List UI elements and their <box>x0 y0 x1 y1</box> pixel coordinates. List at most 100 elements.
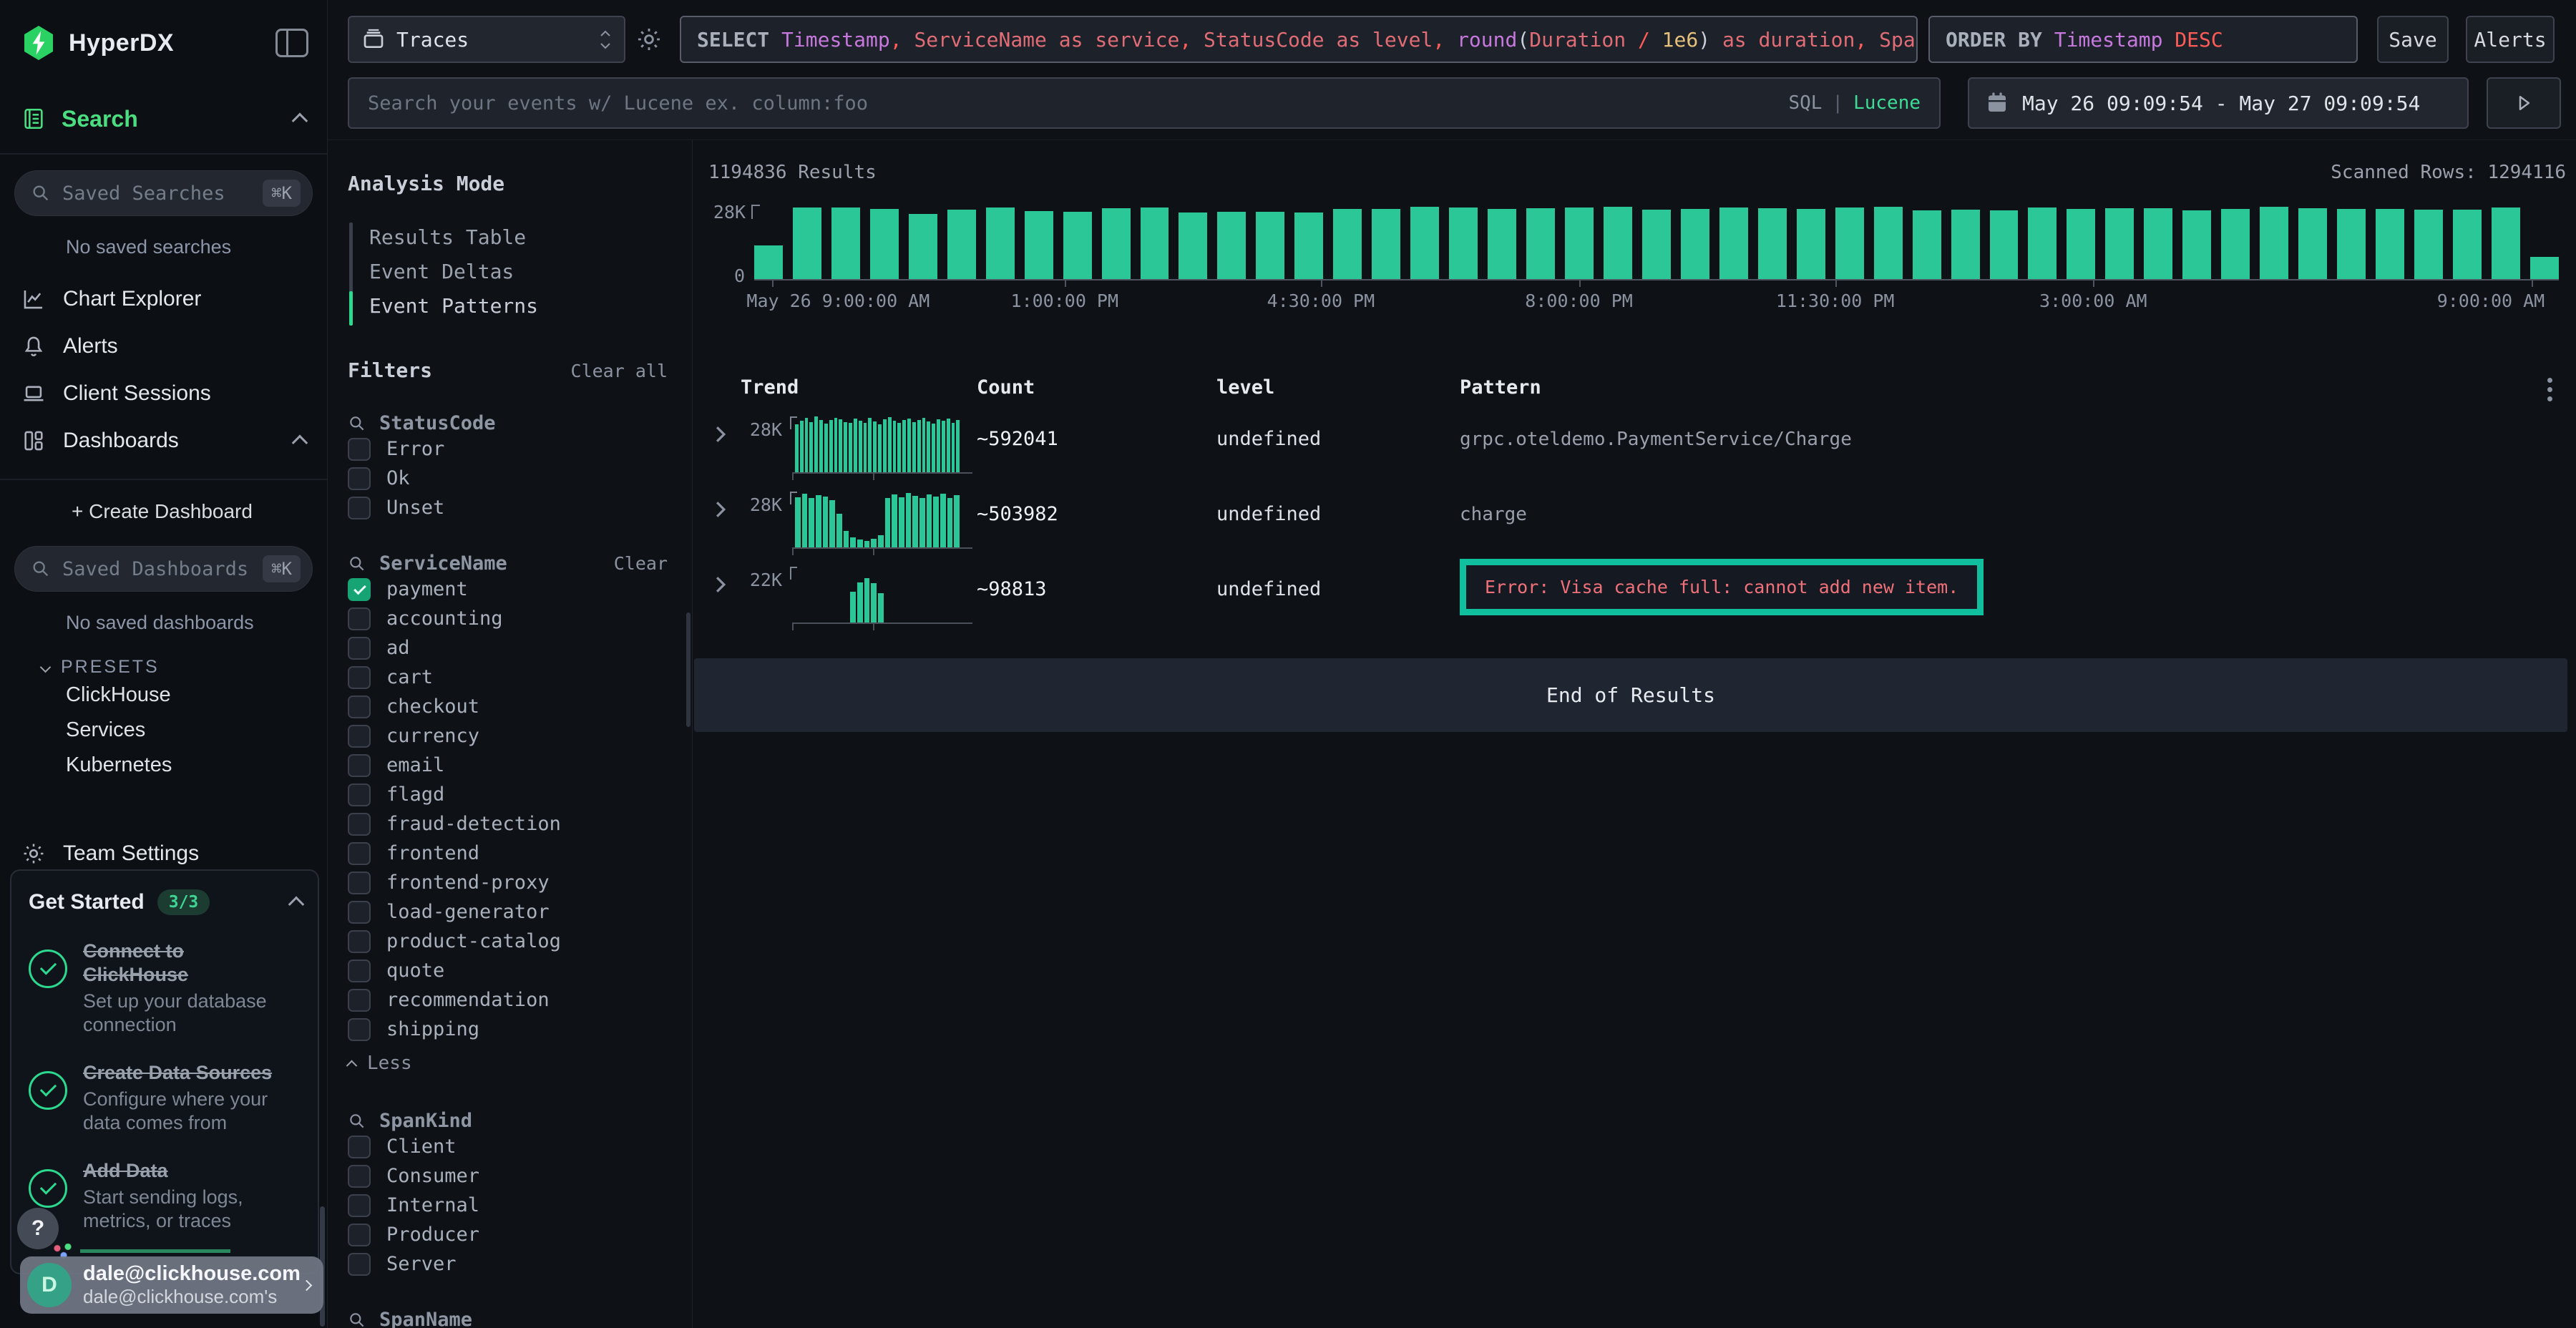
checkbox[interactable] <box>348 438 371 461</box>
checkbox[interactable] <box>348 1018 371 1041</box>
highlighted-error-pattern[interactable]: Error: Visa cache full: cannot add new i… <box>1460 559 1984 615</box>
lucene-search-bar[interactable]: SQL | Lucene <box>348 77 1941 129</box>
sql-select-editor[interactable]: SELECT Timestamp, ServiceName as service… <box>680 16 1918 63</box>
filter-option-email[interactable]: email <box>348 751 668 780</box>
checkbox[interactable] <box>348 872 371 894</box>
checkbox[interactable] <box>348 1194 371 1217</box>
filter-option-cart[interactable]: cart <box>348 663 668 692</box>
search-input[interactable] <box>368 92 1788 114</box>
checkbox[interactable] <box>348 960 371 982</box>
checkbox[interactable] <box>348 1136 371 1158</box>
checkbox[interactable] <box>348 607 371 630</box>
saved-searches-input[interactable]: Saved Searches ⌘K <box>14 170 313 216</box>
presets-toggle[interactable]: PRESETS <box>0 657 327 678</box>
chevron-up-icon[interactable] <box>288 897 305 913</box>
table-row[interactable]: 22K~98813undefinedError: Visa cache full… <box>708 560 2567 635</box>
row-expand-chevron[interactable] <box>708 409 741 444</box>
filter-option-Ok[interactable]: Ok <box>348 464 668 493</box>
sidebar-item-client-sessions[interactable]: Client Sessions <box>0 370 327 417</box>
column-header-trend[interactable]: Trend <box>741 376 977 399</box>
checkbox[interactable] <box>348 725 371 748</box>
analysis-mode-event-deltas[interactable]: Event Deltas <box>369 254 668 288</box>
search-icon[interactable] <box>348 414 366 433</box>
search-icon[interactable] <box>348 555 366 573</box>
order-by-editor[interactable]: ORDER BY Timestamp DESC <box>1928 16 2358 63</box>
filter-option-currency[interactable]: currency <box>348 721 668 751</box>
filter-option-Unset[interactable]: Unset <box>348 493 668 522</box>
filter-option-Client[interactable]: Client <box>348 1132 668 1161</box>
preset-clickhouse[interactable]: ClickHouse <box>0 678 327 713</box>
filter-clear-button[interactable]: Clear <box>614 553 668 574</box>
filter-option-frontend[interactable]: frontend <box>348 839 668 868</box>
row-expand-chevron[interactable] <box>708 560 741 594</box>
checkbox[interactable] <box>348 813 371 836</box>
saved-dashboards-input[interactable]: Saved Dashboards ⌘K <box>14 546 313 592</box>
checkbox[interactable] <box>348 637 371 660</box>
filter-option-load-generator[interactable]: load-generator <box>348 897 668 927</box>
row-expand-chevron[interactable] <box>708 484 741 519</box>
create-dashboard-button[interactable]: + Create Dashboard <box>0 493 327 530</box>
search-icon[interactable] <box>348 1311 366 1328</box>
checkbox[interactable] <box>348 578 371 601</box>
filter-option-quote[interactable]: quote <box>348 956 668 985</box>
sidebar-collapse-icon[interactable] <box>275 29 308 57</box>
user-menu[interactable]: D dale@clickhouse.com dale@clickhouse.co… <box>20 1256 323 1314</box>
filter-option-checkout[interactable]: checkout <box>348 692 668 721</box>
sidebar-item-dashboards[interactable]: Dashboards <box>0 417 327 464</box>
sidebar-item-chart-explorer[interactable]: Chart Explorer <box>0 275 327 323</box>
checkbox[interactable] <box>348 1253 371 1276</box>
filter-option-flagd[interactable]: flagd <box>348 780 668 809</box>
save-button[interactable]: Save <box>2377 16 2449 63</box>
preset-services[interactable]: Services <box>0 713 327 748</box>
preset-kubernetes[interactable]: Kubernetes <box>0 748 327 783</box>
sql-mode-toggle[interactable]: SQL <box>1788 92 1822 114</box>
run-query-button[interactable] <box>2487 77 2561 129</box>
checkbox[interactable] <box>348 497 371 519</box>
checkbox[interactable] <box>348 783 371 806</box>
show-less-button[interactable]: Less <box>348 1047 668 1080</box>
help-button[interactable]: ? <box>17 1208 59 1249</box>
sidebar-item-alerts[interactable]: Alerts <box>0 323 327 370</box>
checkbox[interactable] <box>348 695 371 718</box>
checkbox[interactable] <box>348 1224 371 1246</box>
source-select[interactable]: Traces <box>348 16 625 63</box>
get-started-item-add-data[interactable]: Add Data Start sending logs, metrics, or… <box>29 1159 302 1233</box>
filter-option-ad[interactable]: ad <box>348 633 668 663</box>
filter-option-product-catalog[interactable]: product-catalog <box>348 927 668 956</box>
table-row[interactable]: 28K~503982undefinedcharge <box>708 484 2567 560</box>
checkbox[interactable] <box>348 989 371 1012</box>
filter-option-fraud-detection[interactable]: fraud-detection <box>348 809 668 839</box>
checkbox[interactable] <box>348 666 371 689</box>
filter-option-accounting[interactable]: accounting <box>348 604 668 633</box>
table-menu-kebab-icon[interactable] <box>2532 378 2567 401</box>
column-header-count[interactable]: Count <box>977 376 1216 399</box>
filter-option-Consumer[interactable]: Consumer <box>348 1161 668 1191</box>
checkbox[interactable] <box>348 901 371 924</box>
filter-option-payment[interactable]: payment <box>348 575 668 604</box>
filters-scrollbar[interactable] <box>686 612 691 727</box>
column-header-pattern[interactable]: Pattern <box>1460 376 2532 399</box>
filter-option-Server[interactable]: Server <box>348 1249 668 1279</box>
sidebar-item-search[interactable]: Search <box>0 99 327 139</box>
filter-option-shipping[interactable]: shipping <box>348 1015 668 1044</box>
get-started-item-connect[interactable]: Connect to ClickHouse Set up your databa… <box>29 939 302 1037</box>
analysis-mode-results-table[interactable]: Results Table <box>369 220 668 254</box>
search-icon[interactable] <box>348 1112 366 1131</box>
lucene-mode-toggle[interactable]: Lucene <box>1853 92 1921 114</box>
table-row[interactable]: 28K~592041undefinedgrpc.oteldemo.Payment… <box>708 409 2567 484</box>
filter-option-recommendation[interactable]: recommendation <box>348 985 668 1015</box>
date-range-picker[interactable]: May 26 09:09:54 - May 27 09:09:54 <box>1968 77 2469 129</box>
filter-option-frontend-proxy[interactable]: frontend-proxy <box>348 868 668 897</box>
alerts-button[interactable]: Alerts <box>2466 16 2555 63</box>
checkbox[interactable] <box>348 467 371 490</box>
checkbox[interactable] <box>348 1165 371 1188</box>
checkbox[interactable] <box>348 930 371 953</box>
results-histogram[interactable]: 28K 0 May 26 9:00:00 AM1:00:00 PM4:30:00… <box>708 196 2567 318</box>
checkbox[interactable] <box>348 754 371 777</box>
filter-option-Error[interactable]: Error <box>348 434 668 464</box>
filter-option-Producer[interactable]: Producer <box>348 1220 668 1249</box>
checkbox[interactable] <box>348 842 371 865</box>
analysis-mode-event-patterns[interactable]: Event Patterns <box>369 288 668 323</box>
histogram-bars[interactable] <box>754 206 2559 280</box>
column-header-level[interactable]: level <box>1216 376 1460 399</box>
